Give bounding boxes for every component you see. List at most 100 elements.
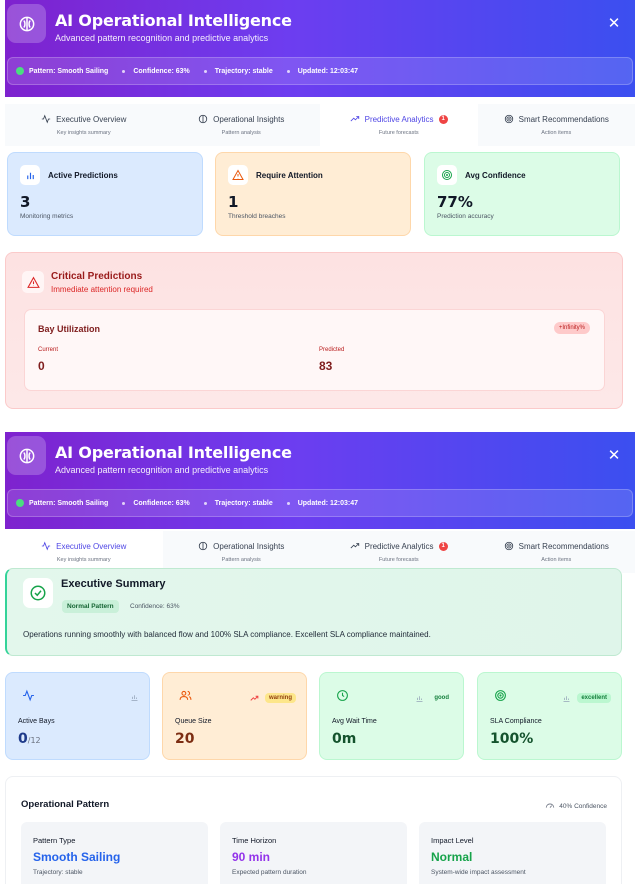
tab-desc: Future forecasts (378, 557, 419, 563)
tile-time-horizon: Time Horizon 90 min Expected pattern dur… (220, 822, 407, 884)
tab-label: Executive Overview (56, 541, 127, 551)
header: AI Operational Intelligence Advanced pat… (5, 0, 635, 97)
status-pattern: Pattern: Smooth Sailing (29, 499, 109, 507)
brain-icon (7, 4, 46, 43)
app-subtitle: Advanced pattern recognition and predict… (55, 33, 269, 43)
brain-icon (199, 541, 208, 551)
bar-chart-icon (20, 165, 40, 185)
tile-pattern-type: Pattern Type Smooth Sailing Trajectory: … (21, 822, 208, 884)
separator-dot (122, 69, 126, 73)
alert-triangle-icon (228, 165, 248, 185)
tab-predictive-analytics[interactable]: Predictive Analytics 1 Future forecasts (320, 531, 478, 573)
separator-dot (286, 69, 290, 73)
close-icon[interactable]: ✕ (606, 15, 622, 32)
brain-icon (199, 114, 208, 124)
tab-operational-insights[interactable]: Operational Insights Pattern analysis (163, 531, 321, 573)
tab-label: Smart Recommendations (518, 114, 609, 124)
tab-operational-insights[interactable]: Operational Insights Pattern analysis (163, 104, 321, 146)
tab-desc: Key insights summary (56, 130, 111, 136)
status-confidence: Confidence: 63% (133, 67, 190, 75)
trending-up-icon (350, 543, 359, 549)
tile-sub: Expected pattern duration (232, 869, 307, 876)
clock-icon (332, 685, 352, 705)
tile-value: Smooth Sailing (33, 850, 121, 864)
tab-badge: 1 (438, 114, 448, 124)
kpi-value: 0m (332, 731, 356, 747)
critical-predictions-card: Critical Predictions Immediate attention… (5, 252, 623, 409)
bar-chart-icon (416, 695, 423, 702)
kpi-label: Active Bays (18, 718, 55, 725)
current-label: Current (38, 347, 59, 353)
summary-confidence: Confidence: 63% (130, 603, 180, 610)
summary-text: Operations running smoothly with balance… (23, 630, 431, 639)
tab-desc: Action items (541, 130, 572, 136)
kpi-status-badge: good (434, 695, 449, 701)
tab-label: Smart Recommendations (518, 541, 609, 551)
stat-title: Active Predictions (48, 170, 118, 180)
trending-up-icon (250, 695, 259, 701)
kpi-value: 20 (175, 731, 194, 747)
tab-executive-overview[interactable]: Executive Overview Key insights summary (5, 531, 163, 573)
gauge-icon (546, 803, 555, 808)
stat-value: 77% (437, 193, 473, 211)
kpi-side: warning (250, 693, 296, 703)
tab-smart-recommendations[interactable]: Smart Recommendations Action items (478, 531, 635, 573)
kpi-value: 0/12 (18, 731, 41, 747)
app-title: AI Operational Intelligence (55, 11, 292, 30)
separator-dot (286, 501, 290, 505)
stat-value: 1 (228, 193, 239, 211)
tab-badge: 1 (438, 541, 448, 551)
current-value: 0 (38, 359, 45, 373)
target-icon (504, 541, 513, 551)
close-icon[interactable]: ✕ (606, 447, 622, 464)
tab-label: Operational Insights (213, 114, 285, 124)
tab-label: Operational Insights (213, 541, 285, 551)
tab-smart-recommendations[interactable]: Smart Recommendations Action items (478, 104, 635, 146)
tab-executive-overview[interactable]: Executive Overview Key insights summary (5, 104, 163, 146)
stat-sub: Prediction accuracy (437, 213, 494, 220)
separator-dot (203, 69, 207, 73)
tab-predictive-analytics[interactable]: Predictive Analytics 1 Future forecasts (320, 104, 478, 146)
tile-impact-level: Impact Level Normal System-wide impact a… (419, 822, 606, 884)
tile-sub: System-wide impact assessment (431, 869, 526, 876)
app-title: AI Operational Intelligence (55, 443, 292, 462)
tab-desc: Pattern analysis (221, 557, 261, 563)
tile-value: Normal (431, 850, 473, 864)
pattern-confidence-text: 40% Confidence (559, 802, 607, 810)
stat-sub: Threshold breaches (228, 213, 286, 220)
tab-label: Predictive Analytics (364, 114, 434, 124)
tile-sub: Trajectory: stable (33, 869, 83, 876)
tile-label: Pattern Type (33, 836, 76, 845)
tab-desc: Key insights summary (56, 557, 111, 563)
live-dot-icon (16, 499, 24, 507)
tile-label: Impact Level (431, 836, 474, 845)
tab-desc: Pattern analysis (221, 130, 261, 136)
pattern-title: Operational Pattern (21, 799, 110, 810)
kpi-side: excellent (562, 693, 611, 703)
check-circle-icon (23, 578, 53, 608)
panel-predictive-analytics: AI Operational Intelligence Advanced pat… (5, 0, 635, 430)
kpi-number: 100% (490, 731, 534, 747)
kpi-status-badge: excellent (577, 693, 611, 703)
status-bar: Pattern: Smooth Sailing Confidence: 63% … (7, 57, 633, 85)
kpi-side (130, 693, 139, 702)
prediction-item-bay-utilization[interactable]: Bay Utilization +Infinity% Current 0 Pre… (24, 309, 605, 391)
stat-title: Avg Confidence (465, 170, 526, 180)
status-trajectory: Trajectory: stable (214, 67, 273, 75)
kpi-status-badge: warning (264, 693, 296, 703)
kpi-side: good (415, 693, 453, 703)
stat-card-require-attention: Require Attention 1 Threshold breaches (215, 152, 411, 236)
bar-chart-icon (131, 695, 138, 701)
pattern-badge: Normal Pattern (62, 600, 119, 613)
kpi-label: Queue Size (175, 718, 212, 725)
kpi-number: 20 (175, 731, 195, 747)
critical-subtitle: Immediate attention required (51, 285, 153, 294)
target-icon (490, 685, 510, 705)
status-updated: Updated: 12:03:47 (297, 499, 359, 507)
tab-label: Executive Overview (56, 114, 127, 124)
trending-up-icon (350, 116, 359, 122)
app-subtitle: Advanced pattern recognition and predict… (55, 465, 269, 475)
kpi-card-avg-wait-time: good Avg Wait Time 0m (319, 672, 464, 760)
target-icon (504, 114, 513, 124)
stat-value: 3 (20, 193, 31, 211)
